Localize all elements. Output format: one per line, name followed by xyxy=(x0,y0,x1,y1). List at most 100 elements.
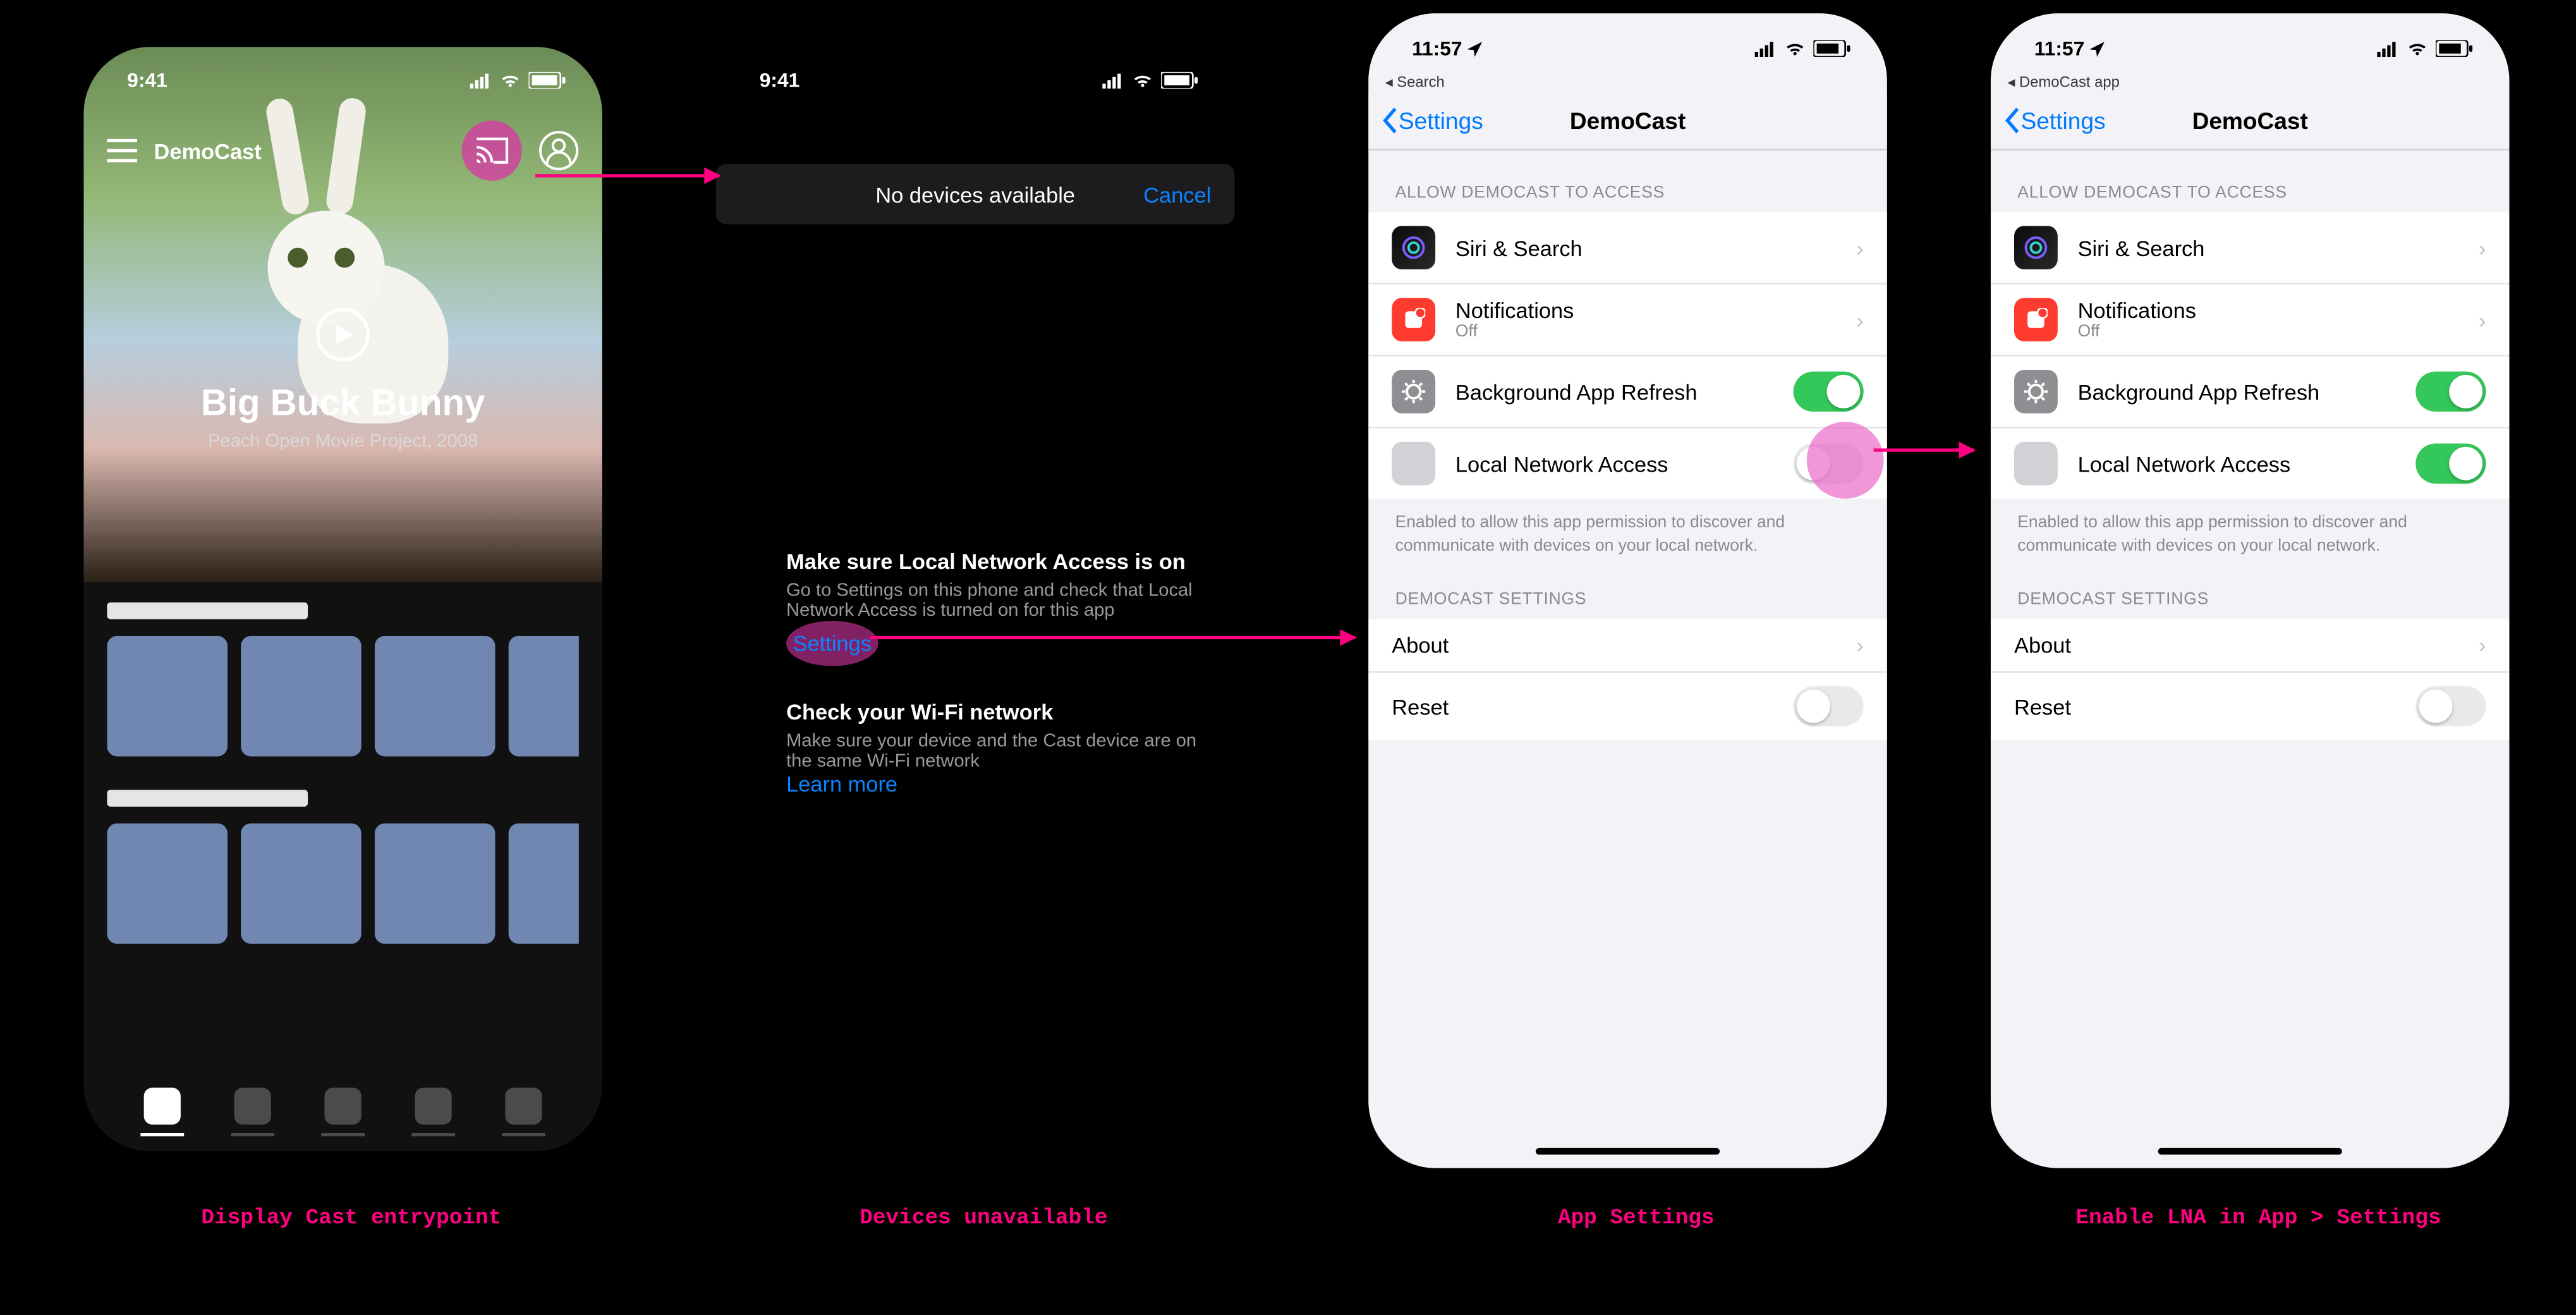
caption: Devices unavailable xyxy=(683,1205,1285,1230)
tab-item[interactable] xyxy=(505,1088,542,1125)
gear-icon xyxy=(2014,370,2058,413)
lna-switch[interactable] xyxy=(1794,443,1864,484)
content-tile[interactable] xyxy=(509,823,579,944)
section-header-access: ALLOW DEMOCAST TO ACCESS xyxy=(1368,150,1887,212)
tab-bar xyxy=(83,1088,602,1125)
content-tile[interactable] xyxy=(107,636,228,757)
tab-item[interactable] xyxy=(234,1088,271,1125)
tip-title: Make sure Local Network Access is on xyxy=(786,549,1208,574)
chevron-right-icon: › xyxy=(2479,307,2486,333)
section-header-app: DEMOCAST SETTINGS xyxy=(1368,557,1887,619)
app-list: About › Reset xyxy=(1368,619,1887,740)
status-time: 11:57 xyxy=(2034,37,2105,60)
row-siri[interactable]: Siri & Search › xyxy=(1991,212,2510,284)
app-title: DemoCast xyxy=(154,138,262,163)
row-reset[interactable]: Reset xyxy=(1368,673,1887,740)
chevron-right-icon: › xyxy=(2479,633,2486,658)
home-indicator[interactable] xyxy=(2158,1148,2342,1155)
tip-local-network: Make sure Local Network Access is on Go … xyxy=(786,549,1208,666)
status-indicators xyxy=(2376,40,2473,57)
row-label-placeholder xyxy=(107,602,308,619)
content-tile[interactable] xyxy=(107,823,228,944)
cancel-button[interactable]: Cancel xyxy=(1143,181,1211,207)
row-label-placeholder xyxy=(107,790,308,806)
row-label: About xyxy=(2014,633,2071,658)
page-title: DemoCast xyxy=(1570,107,1686,133)
section-header-access: ALLOW DEMOCAST TO ACCESS xyxy=(1991,150,2510,212)
row-label: Notifications xyxy=(2078,298,2196,323)
phone-app-settings: 11:57 ◂ Search Settings DemoCast ALLOW D… xyxy=(1368,13,1887,1168)
content-tile[interactable] xyxy=(375,636,495,757)
hero-area: 9:41 DemoCast xyxy=(83,47,602,582)
hero-titles: Big Buck Bunny Peach Open Movie Project,… xyxy=(83,382,602,452)
lna-footer-note: Enabled to allow this app permission to … xyxy=(1368,499,1887,558)
row-notifications[interactable]: Notifications Off › xyxy=(1991,284,2510,357)
row-label: Notifications xyxy=(1455,298,1574,323)
wifi-icon xyxy=(1783,40,1807,57)
status-indicators xyxy=(468,72,566,89)
reset-switch[interactable] xyxy=(1794,686,1864,726)
bg-refresh-switch[interactable] xyxy=(1794,372,1864,412)
reset-switch[interactable] xyxy=(2415,686,2486,726)
content-tile[interactable] xyxy=(375,823,495,944)
tip-wifi: Check your Wi-Fi network Make sure your … xyxy=(786,699,1208,797)
app-icon-placeholder xyxy=(1392,442,1435,486)
chevron-right-icon: › xyxy=(1856,633,1863,658)
siri-icon xyxy=(2014,226,2058,269)
account-icon[interactable] xyxy=(538,130,579,171)
menu-icon[interactable] xyxy=(107,139,137,162)
breadcrumb-back[interactable]: ◂ Search xyxy=(1368,73,1887,92)
content-tile[interactable] xyxy=(509,636,579,757)
tab-item[interactable] xyxy=(325,1088,361,1125)
cast-button[interactable] xyxy=(462,121,522,181)
row-bg-refresh[interactable]: Background App Refresh xyxy=(1368,357,1887,429)
battery-icon xyxy=(1813,40,1850,57)
row-about[interactable]: About › xyxy=(1991,619,2510,673)
notifications-icon xyxy=(2014,298,2058,341)
breadcrumb-back[interactable]: ◂ DemoCast app xyxy=(1991,73,2510,92)
tab-item[interactable] xyxy=(415,1088,451,1125)
status-time: 11:57 xyxy=(1412,37,1483,60)
status-bar: 9:41 xyxy=(716,47,1235,114)
nav-bar: Settings DemoCast xyxy=(1368,92,1887,151)
learn-more-link[interactable]: Learn more xyxy=(786,771,897,797)
row-labels: Notifications Off xyxy=(1455,298,1574,341)
row-labels: Notifications Off xyxy=(2078,298,2196,341)
back-button[interactable]: Settings xyxy=(2004,107,2105,133)
row-reset[interactable]: Reset xyxy=(1991,673,2510,740)
settings-link[interactable]: Settings xyxy=(786,621,878,666)
flow-arrow-icon xyxy=(535,174,719,177)
location-icon xyxy=(2090,42,2105,57)
status-bar: 11:57 xyxy=(1991,13,2510,73)
cellular-icon xyxy=(468,72,492,89)
row-notifications[interactable]: Notifications Off › xyxy=(1368,284,1887,357)
flow-arrow-icon xyxy=(1874,448,1974,451)
back-button[interactable]: Settings xyxy=(1382,107,1483,133)
home-indicator[interactable] xyxy=(1536,1148,1720,1155)
row-label: About xyxy=(1392,633,1449,658)
row-local-network[interactable]: Local Network Access xyxy=(1991,429,2510,499)
content-tile[interactable] xyxy=(241,823,361,944)
status-bar: 11:57 xyxy=(1368,13,1887,73)
status-time: 9:41 xyxy=(760,69,800,92)
bg-refresh-switch[interactable] xyxy=(2415,372,2486,412)
lna-footer-note: Enabled to allow this app permission to … xyxy=(1991,499,2510,558)
row-siri[interactable]: Siri & Search › xyxy=(1368,212,1887,284)
tip-body: Make sure your device and the Cast devic… xyxy=(786,731,1208,772)
tip-title: Check your Wi-Fi network xyxy=(786,699,1208,725)
help-panel: Make sure Local Network Access is on Go … xyxy=(786,549,1208,830)
row-about[interactable]: About › xyxy=(1368,619,1887,673)
lna-switch[interactable] xyxy=(2415,443,2486,484)
content-tile[interactable] xyxy=(241,636,361,757)
row-local-network[interactable]: Local Network Access xyxy=(1368,429,1887,499)
notifications-icon xyxy=(1392,298,1435,341)
status-indicators xyxy=(1101,72,1198,89)
battery-icon xyxy=(528,72,565,89)
wifi-icon xyxy=(499,72,522,89)
play-button[interactable] xyxy=(315,306,372,363)
chevron-right-icon: › xyxy=(2479,235,2486,260)
row-bg-refresh[interactable]: Background App Refresh xyxy=(1991,357,2510,429)
tab-item[interactable] xyxy=(144,1088,181,1125)
chevron-left-icon xyxy=(2004,107,2020,133)
row-label: Local Network Access xyxy=(1455,451,1668,476)
